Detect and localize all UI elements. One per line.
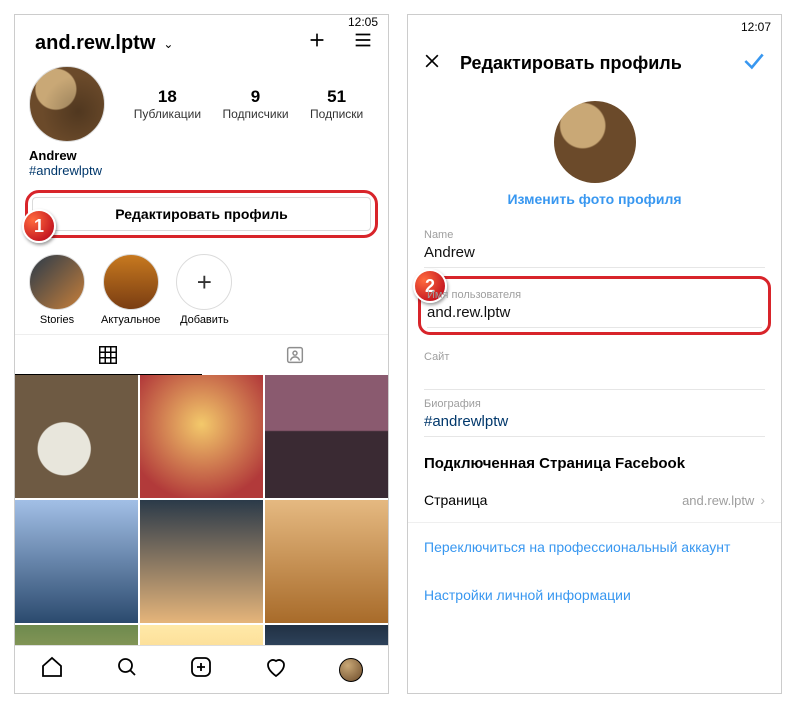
clock: 12:05: [348, 15, 378, 29]
search-icon[interactable]: [115, 655, 139, 684]
stat-following[interactable]: 51 Подписки: [310, 87, 363, 121]
edit-fields: Name Andrew 2 Имя пользователя and.rew.l…: [408, 221, 781, 437]
post-thumb[interactable]: [140, 500, 263, 623]
plus-icon: +: [176, 254, 232, 310]
display-name: Andrew: [29, 148, 374, 163]
highlight-stories[interactable]: Stories: [29, 254, 85, 326]
profile-icon[interactable]: [339, 658, 363, 682]
highlight-add[interactable]: +Добавить: [176, 254, 232, 326]
stat-followers[interactable]: 9 Подписчики: [223, 87, 289, 121]
post-thumb[interactable]: [15, 375, 138, 498]
edit-profile-screen: 12:07 Редактировать профиль Изменить фот…: [407, 14, 782, 694]
website-field[interactable]: Сайт: [424, 343, 765, 390]
highlight-actual[interactable]: Актуальное: [101, 254, 160, 326]
post-thumb[interactable]: [265, 375, 388, 498]
new-post-icon[interactable]: [189, 655, 213, 684]
fb-section-header: Подключенная Страница Facebook: [408, 437, 781, 478]
confirm-icon[interactable]: [741, 48, 767, 79]
create-icon[interactable]: [306, 29, 328, 58]
profile-header: and.rew.lptw ⌄: [15, 29, 388, 58]
stat-posts[interactable]: 18 Публикации: [134, 87, 201, 121]
bio-hashtag[interactable]: #andrewlptw: [29, 163, 374, 178]
status-bar: 12:07: [408, 15, 781, 39]
activity-icon[interactable]: [264, 655, 288, 684]
profile-tabs: [15, 334, 388, 375]
bottom-nav: [15, 645, 388, 693]
post-thumb[interactable]: [140, 375, 263, 498]
avatar[interactable]: [554, 101, 636, 183]
chevron-right-icon: ›: [760, 492, 765, 508]
tab-tagged[interactable]: [202, 335, 389, 375]
home-icon[interactable]: [40, 655, 64, 684]
switch-pro-link[interactable]: Переключиться на профессиональный аккаун…: [408, 523, 781, 571]
callout-1: Редактировать профиль 1: [25, 190, 378, 238]
profile-screen: 12:05 and.rew.lptw ⌄ 18 Публикации 9 Под…: [14, 14, 389, 694]
close-icon[interactable]: [422, 51, 442, 76]
edit-title: Редактировать профиль: [460, 53, 682, 74]
name-field[interactable]: Name Andrew: [424, 221, 765, 268]
edit-header: Редактировать профиль: [408, 39, 781, 87]
callout-badge-1: 1: [22, 209, 56, 243]
facebook-page-row[interactable]: Страница and.rew.lptw ›: [408, 478, 781, 523]
change-photo-link[interactable]: Изменить фото профиля: [408, 191, 781, 221]
username[interactable]: and.rew.lptw: [35, 32, 155, 55]
callout-2: 2 Имя пользователя and.rew.lptw: [418, 276, 771, 335]
status-bar: 12:05: [15, 15, 388, 29]
post-thumb[interactable]: [265, 500, 388, 623]
bio: Andrew #andrewlptw: [15, 144, 388, 184]
post-thumb[interactable]: [15, 500, 138, 623]
clock: 12:07: [741, 20, 771, 34]
edit-profile-button[interactable]: Редактировать профиль: [32, 197, 371, 231]
tab-grid[interactable]: [15, 335, 202, 375]
menu-icon[interactable]: [352, 29, 374, 58]
chevron-down-icon[interactable]: ⌄: [163, 37, 173, 51]
username-field[interactable]: Имя пользователя and.rew.lptw: [427, 281, 762, 328]
bio-field[interactable]: Биография #andrewlptw: [424, 390, 765, 437]
personal-info-link[interactable]: Настройки личной информации: [408, 571, 781, 619]
highlights-row: Stories Актуальное +Добавить: [15, 244, 388, 334]
avatar[interactable]: [29, 66, 105, 142]
stats-row: 18 Публикации 9 Подписчики 51 Подписки: [15, 58, 388, 144]
